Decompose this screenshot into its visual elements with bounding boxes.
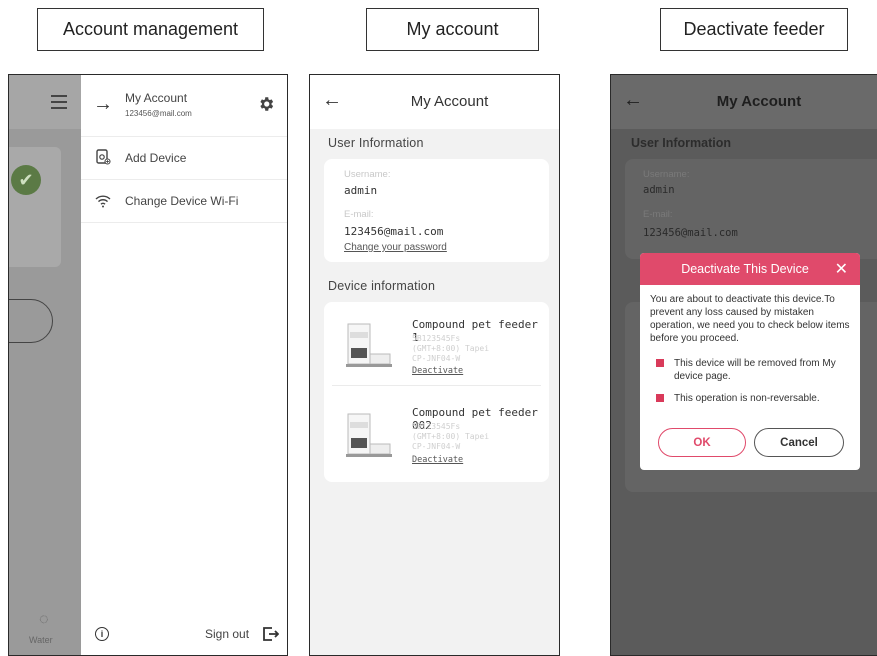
user-info-card: Username: admin E-mail: 123456@mail.com … [324, 159, 549, 262]
arrow-right-icon: → [93, 93, 113, 115]
pet-feeder-image [346, 323, 392, 367]
device-timezone: (GMT+8:00) Tapei [412, 344, 490, 353]
device-model: CP-JNF04-W [412, 354, 461, 363]
cancel-button[interactable]: Cancel [754, 428, 844, 457]
device-divider [332, 385, 541, 386]
drawer-item-add-device[interactable]: Add Device [81, 137, 287, 180]
checklist-text: This device will be removed from My devi… [674, 358, 836, 382]
deactivate-feeder-screen: ← My Account User Information Username: … [610, 74, 877, 656]
device-information-heading: Device information [328, 279, 436, 293]
dialog-header: Deactivate This Device ✕ [640, 253, 860, 285]
header-bar: ← My Account [611, 75, 877, 129]
account-email: 123456@mail.com [125, 109, 192, 118]
ok-button[interactable]: OK [658, 428, 746, 457]
caption-my-account: My account [366, 8, 539, 51]
my-account-screen: ← My Account User Information Username: … [309, 74, 560, 656]
checkbox-icon [656, 359, 664, 367]
checklist-item: This operation is non-reversable. [652, 392, 852, 405]
page-title: My Account [716, 93, 802, 110]
account-management-screen: ✔ ◌ Water → My Account 123456@mail.com A… [8, 74, 288, 656]
account-title: My Account [125, 91, 188, 105]
drawer-account-row[interactable]: → My Account 123456@mail.com [81, 75, 287, 137]
dialog-title: Deactivate This Device [681, 262, 809, 276]
email-label: E-mail: [643, 209, 673, 220]
device-list-card: Compound pet feeder 1 5B123545Fs (GMT+8:… [324, 302, 549, 482]
deactivate-link[interactable]: Deactivate [412, 455, 463, 465]
deactivate-dialog: Deactivate This Device ✕ You are about t… [640, 253, 860, 470]
username-value: admin [643, 184, 675, 196]
background-pill-button [9, 299, 53, 343]
device-serial: 5B123545Fs [412, 422, 461, 431]
info-icon[interactable]: i [95, 627, 109, 641]
username-label: Username: [643, 169, 690, 180]
header-bar: ← My Account [310, 75, 559, 129]
caption-deactivate-feeder: Deactivate feeder [660, 8, 848, 51]
water-drop-icon: ◌ [39, 611, 49, 628]
checkbox-icon [656, 394, 664, 402]
email-value: 123456@mail.com [643, 227, 738, 239]
gear-icon[interactable] [257, 95, 275, 113]
check-circle-icon: ✔ [11, 165, 41, 195]
sign-out-icon[interactable] [261, 625, 279, 643]
user-information-heading: User Information [631, 136, 732, 150]
username-label: Username: [344, 169, 391, 180]
background-card [9, 147, 61, 267]
device-timezone: (GMT+8:00) Tapei [412, 432, 490, 441]
dialog-message: You are about to deactivate this device.… [650, 294, 850, 344]
hamburger-menu-icon[interactable] [51, 95, 67, 109]
caption-account-management: Account management [37, 8, 264, 51]
change-wifi-label: Change Device Wi-Fi [125, 194, 239, 208]
username-value: admin [344, 184, 378, 197]
deactivate-link[interactable]: Deactivate [412, 366, 463, 376]
side-drawer: → My Account 123456@mail.com Add Device [81, 75, 287, 655]
page-title: My Account [410, 93, 489, 110]
pet-feeder-image [346, 413, 392, 457]
close-icon[interactable]: ✕ [835, 259, 848, 279]
email-value: 123456@mail.com [344, 225, 444, 238]
device-serial: 5B123545Fs [412, 334, 461, 343]
background-header [9, 75, 81, 129]
water-tab-label: Water [29, 635, 53, 645]
drawer-item-change-wifi[interactable]: Change Device Wi-Fi [81, 180, 287, 223]
wifi-icon [95, 195, 111, 208]
user-information-heading: User Information [328, 136, 424, 150]
sign-out-button[interactable]: Sign out [205, 627, 249, 641]
checklist-item: This device will be removed from My devi… [652, 357, 852, 383]
checklist-text: This operation is non-reversable. [674, 393, 820, 404]
add-device-label: Add Device [125, 151, 187, 165]
device-model: CP-JNF04-W [412, 442, 461, 451]
add-device-icon [96, 149, 111, 165]
email-label: E-mail: [344, 209, 374, 220]
change-password-link[interactable]: Change your password [344, 242, 447, 253]
